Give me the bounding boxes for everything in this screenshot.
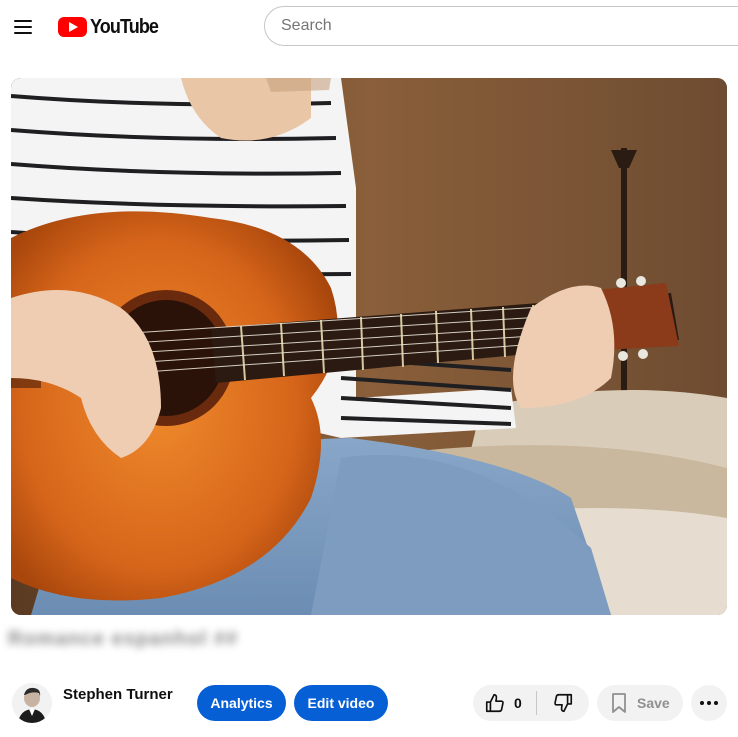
bookmark-icon (612, 693, 626, 713)
menu-button[interactable] (8, 12, 38, 42)
video-player[interactable] (11, 78, 727, 615)
edit-video-button[interactable]: Edit video (294, 685, 388, 721)
analytics-button[interactable]: Analytics (197, 685, 286, 721)
logo-text: YouTube (90, 15, 159, 38)
more-actions-button[interactable] (691, 685, 727, 721)
like-dislike-pill: 0 (473, 685, 589, 721)
thumbs-down-icon (554, 693, 573, 713)
youtube-watch-page: YouTube Search Romance espanhol ## Steph… (0, 0, 738, 737)
thumbs-up-icon (485, 693, 504, 713)
video-title: Romance espanhol ## (8, 628, 239, 650)
search-input[interactable] (281, 7, 738, 45)
youtube-logo[interactable]: YouTube (58, 15, 166, 39)
video-frame (11, 78, 727, 615)
hamburger-menu-icon (14, 20, 32, 22)
like-button[interactable]: 0 (473, 685, 536, 721)
save-label: Save (637, 695, 670, 711)
channel-avatar[interactable] (12, 683, 52, 723)
avatar-image (12, 683, 52, 723)
dislike-button[interactable] (537, 685, 589, 721)
search-box[interactable] (264, 6, 738, 46)
save-button[interactable]: Save (597, 685, 683, 721)
more-horizontal-icon (700, 701, 704, 705)
channel-name[interactable]: Stephen Turner (63, 686, 173, 703)
like-count: 0 (514, 695, 522, 711)
youtube-play-icon (58, 17, 87, 37)
